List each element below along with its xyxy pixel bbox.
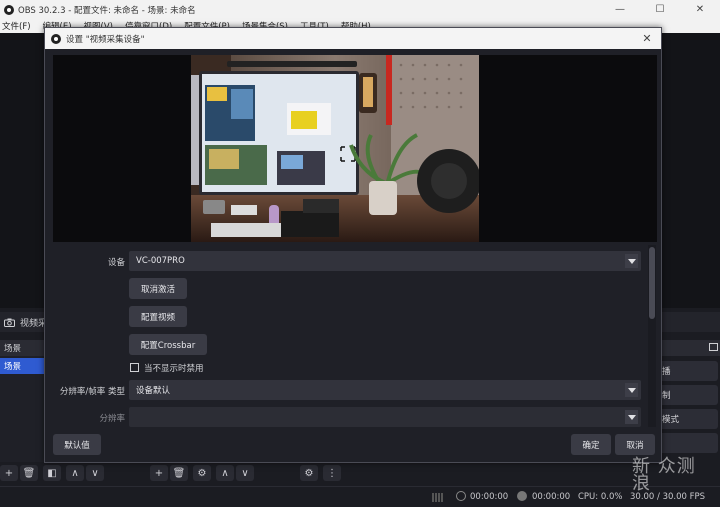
properties-dialog: 设置 "视频采集设备" ✕ 设备 VC-007PRO 取消激活 配置视频 配置C… [44,27,662,463]
watermark-text: 新 众测 浪 [632,456,696,494]
defaults-button[interactable]: 默认值 [53,434,101,455]
scene-list-item[interactable]: 场景 [0,358,44,374]
ok-button[interactable]: 确定 [571,434,611,455]
scenes-header-label: 场景 [4,344,22,354]
record-status-icon [517,491,527,501]
start-streaming-button[interactable]: 播 [658,361,718,381]
mixer-menu-icon[interactable]: ⋮ [323,465,341,481]
add-scene-icon[interactable]: + [0,465,18,481]
remove-source-icon[interactable]: 🗑 [170,465,188,481]
stream-time: 00:00:00 [470,492,509,502]
move-down-icon[interactable]: ∨ [86,465,104,481]
deactivate-when-hidden-label: 当不显示时禁用 [144,364,204,374]
configure-crossbar-label: 配置Crossbar [140,340,196,351]
settings-control-button[interactable] [658,433,718,453]
camera-icon [4,318,15,327]
scene-item-label: 场景 [4,362,22,372]
source-settings-gear-icon[interactable]: ⚙ [193,465,211,481]
studio-mode-button[interactable]: 模式 [658,409,718,429]
defaults-button-label: 默认值 [64,440,90,451]
cancel-button-label: 取消 [626,440,644,451]
resolution-type-value: 设备默认 [136,386,171,396]
resolution-type-select[interactable]: 设备默认 [129,380,641,400]
deactivate-button-label: 取消激活 [140,284,175,295]
remove-scene-icon[interactable]: 🗑 [20,465,38,481]
device-select[interactable]: VC-007PRO [129,251,641,271]
chevron-down-icon [625,383,638,397]
menu-file[interactable]: 文件(F) [2,20,31,32]
device-label: 设备 [107,258,125,268]
control-label-mode: 模式 [662,415,680,425]
controls-panel-header [662,340,720,356]
dialog-close-icon[interactable]: ✕ [639,30,655,46]
resolution-select[interactable] [129,407,641,427]
obs-logo-icon [4,4,14,15]
signal-icon [432,493,444,502]
scrollbar-thumb[interactable] [649,247,655,319]
move-up-icon[interactable]: ∧ [66,465,84,481]
resolution-type-label: 分辨率/帧率 类型 [59,387,125,397]
configure-crossbar-button[interactable]: 配置Crossbar [129,334,207,355]
app-title: OBS 30.2.3 - 配置文件: 未命名 - 场景: 未命名 [18,5,196,16]
cpu-usage: CPU: 0.0% [578,492,623,502]
control-label-record: 制 [662,391,671,401]
resolution-label: 分辨率 [99,414,125,424]
add-source-icon[interactable]: + [150,465,168,481]
obs-logo-icon [51,33,61,44]
filter-icon[interactable]: ◧ [43,465,61,481]
dock-icon[interactable] [709,343,718,351]
capture-preview-image [191,55,479,242]
configure-video-button[interactable]: 配置视频 [129,306,187,327]
scenes-panel-header: 场景 [0,340,44,356]
deactivate-button[interactable]: 取消激活 [129,278,187,299]
record-time: 00:00:00 [532,492,571,502]
minimize-icon[interactable]: — [600,0,640,19]
obs-main-window: OBS 30.2.3 - 配置文件: 未命名 - 场景: 未命名 — ☐ ✕ 文… [0,0,720,507]
deactivate-when-hidden-checkbox[interactable] [130,363,139,372]
capture-preview [53,55,657,242]
chevron-down-icon [625,410,638,424]
start-recording-button[interactable]: 制 [658,385,718,405]
source-up-icon[interactable]: ∧ [216,465,234,481]
source-label: 视频采 [20,318,48,329]
device-select-value: VC-007PRO [136,256,185,266]
dialog-scrollbar[interactable] [648,245,656,427]
ok-button-label: 确定 [582,440,600,451]
mixer-settings-icon[interactable]: ⚙ [300,465,318,481]
stream-status-icon [456,491,466,501]
configure-video-label: 配置视频 [140,312,175,323]
watermark-logo: 新 众测 浪 [632,456,696,494]
dialog-titlebar: 设置 "视频采集设备" ✕ [45,28,661,49]
status-bar: 00:00:00 00:00:00 CPU: 0.0% 30.00 / 30.0… [0,486,720,507]
cancel-button[interactable]: 取消 [615,434,655,455]
maximize-icon[interactable]: ☐ [640,0,680,19]
chevron-down-icon [625,254,638,268]
control-label-stream: 播 [662,367,671,377]
dialog-title: 设置 "视频采集设备" [66,34,145,45]
close-icon[interactable]: ✕ [680,0,720,19]
source-down-icon[interactable]: ∨ [236,465,254,481]
app-titlebar: OBS 30.2.3 - 配置文件: 未命名 - 场景: 未命名 — ☐ ✕ [0,0,720,19]
